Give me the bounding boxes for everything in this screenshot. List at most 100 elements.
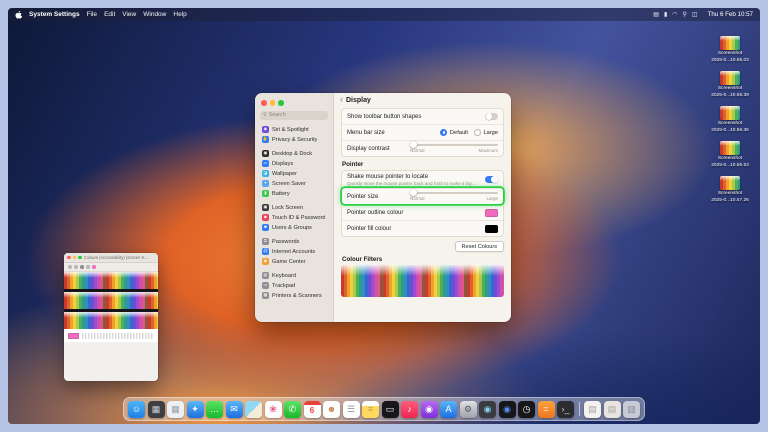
sidebar-item-battery[interactable]: ▮Battery — [260, 189, 328, 199]
sidebar-item-trackpad[interactable]: ▭Trackpad — [260, 281, 328, 291]
dock-item-system-settings[interactable]: ⚙ — [460, 401, 477, 418]
sidebar-item-users-groups[interactable]: ☻Users & Groups — [260, 223, 328, 233]
dock-item-clock[interactable]: ◷ — [518, 401, 535, 418]
selected-colour-swatch[interactable] — [68, 333, 79, 339]
dock-item-siri[interactable]: ◉ — [499, 401, 516, 418]
pointer-outline-row: Pointer outline colour — [342, 204, 503, 220]
desktop-icon-screenshot[interactable]: Screenshot2025-0...10.55.03 — [703, 36, 757, 63]
colour-grid[interactable] — [82, 333, 154, 339]
reset-colours-button[interactable]: Reset Colours — [455, 241, 504, 252]
contrast-max-label: Maximum — [478, 148, 498, 153]
dock-item-trash[interactable]: ▥ — [623, 401, 640, 418]
sidebar-item-keyboard[interactable]: ▤Keyboard — [260, 271, 328, 281]
dock-item-reminders[interactable]: ☰ — [343, 401, 360, 418]
menu-bar-size-label: Menu bar size — [347, 130, 385, 136]
messages-glyph: … — [210, 405, 219, 414]
dock-item-photo-booth[interactable]: ◉ — [479, 401, 496, 418]
dock-item-document-stack[interactable]: ▤ — [604, 401, 621, 418]
launchpad-glyph: ▦ — [171, 405, 180, 414]
back-chevron-icon[interactable]: ‹ — [340, 95, 343, 104]
menu-edit[interactable]: Edit — [104, 11, 115, 18]
dock-item-messages[interactable]: … — [206, 401, 223, 418]
desktop-icon-label: Screenshot — [718, 156, 742, 162]
sidebar-item-internet-accounts[interactable]: @Internet Accounts — [260, 247, 328, 257]
battery-icon[interactable]: ▮ — [664, 12, 667, 18]
dock-item-notes[interactable]: ≡ — [362, 401, 379, 418]
sidebar-item-lock-screen[interactable]: ▣Lock Screen — [260, 203, 328, 213]
menu-bar-clock[interactable]: Thu 6 Feb 10:57 — [708, 11, 753, 18]
sidebar-item-privacy-security[interactable]: ✋Privacy & Security — [260, 135, 328, 145]
toolbar-dot-1[interactable] — [74, 265, 78, 269]
dock-item-facetime[interactable]: ✆ — [284, 401, 301, 418]
trackpad-icon: ▭ — [262, 282, 269, 289]
system-settings-glyph: ⚙ — [464, 405, 472, 414]
sidebar-item-displays[interactable]: ▭Displays — [260, 159, 328, 169]
sidebar-item-printers-scanners[interactable]: ▦Printers & Scanners — [260, 291, 328, 301]
close-button[interactable] — [261, 100, 267, 106]
dock-item-mission-control[interactable]: ▦ — [148, 401, 165, 418]
minimize-button[interactable] — [270, 100, 276, 106]
menu-window[interactable]: Window — [143, 11, 166, 18]
menu-bar-size-large-radio[interactable]: Large — [474, 129, 498, 136]
menu-view[interactable]: View — [122, 11, 136, 18]
close-button[interactable] — [67, 256, 71, 260]
dock-item-launchpad[interactable]: ▦ — [167, 401, 184, 418]
dock-item-calendar[interactable]: 6 — [304, 401, 321, 418]
toolbar-shapes-toggle[interactable] — [485, 113, 498, 121]
apple-menu-icon[interactable] — [15, 11, 22, 19]
menu-help[interactable]: Help — [173, 11, 186, 18]
display-mirroring-icon[interactable]: ▤ — [653, 12, 659, 18]
spotlight-search-icon[interactable]: ⚲ — [683, 12, 687, 18]
dock-item-safari[interactable]: ✦ — [187, 401, 204, 418]
dock-item-podcasts[interactable]: ◉ — [421, 401, 438, 418]
dock-item-terminal[interactable]: ›_ — [557, 401, 574, 418]
dock-item-mail[interactable]: ✉ — [226, 401, 243, 418]
size-min-label: Normal — [410, 196, 425, 201]
dock-item-contacts[interactable]: ☻ — [323, 401, 340, 418]
display-contrast-slider[interactable]: Normal Maximum — [410, 144, 498, 153]
dock-item-textedit-document[interactable]: ▤ — [584, 401, 601, 418]
sidebar-item-game-center[interactable]: ◉Game Center — [260, 257, 328, 267]
desktop-icon-screenshot[interactable]: Screenshot2025-0...10.56.53 — [703, 141, 757, 168]
desktop-icon-screenshot[interactable]: Screenshot2025-0...10.56.36 — [703, 106, 757, 133]
pointer-size-slider[interactable]: Normal Large — [410, 192, 498, 201]
screenshot-thumbnail — [720, 106, 740, 120]
zoom-button[interactable] — [278, 100, 284, 106]
wifi-icon[interactable]: ◠ — [672, 12, 677, 18]
sidebar-item-passwords[interactable]: ⚿Passwords — [260, 237, 328, 247]
toolbar-dot-2[interactable] — [80, 265, 84, 269]
toolbar-dot-0[interactable] — [68, 265, 72, 269]
pointer-outline-swatch[interactable] — [485, 209, 498, 217]
menu-bar-app-name[interactable]: System Settings — [29, 11, 80, 18]
sidebar-item-touch-id-password[interactable]: ◉Touch ID & Password — [260, 213, 328, 223]
sidebar-item-wallpaper[interactable]: ◪Wallpaper — [260, 169, 328, 179]
toolbar-dot-4[interactable] — [92, 265, 96, 269]
desktop-icon-screenshot[interactable]: Screenshot2025-0...10.57.26 — [703, 176, 757, 203]
sidebar-item-siri-spotlight[interactable]: ◉Siri & Spotlight — [260, 125, 328, 135]
dock-item-tv[interactable]: ▭ — [382, 401, 399, 418]
dock-item-maps[interactable] — [245, 401, 262, 418]
menu-file[interactable]: File — [87, 11, 97, 18]
shake-pointer-toggle[interactable] — [485, 176, 498, 184]
minimize-button[interactable] — [73, 256, 77, 260]
search-icon: ⚲ — [263, 112, 267, 118]
dock-item-finder[interactable]: ☺ — [128, 401, 145, 418]
display-options-card: Show toolbar button shapes Menu bar size… — [341, 108, 504, 157]
settings-search-input[interactable]: ⚲ Search — [260, 111, 328, 120]
control-center-icon[interactable]: ◫ — [692, 12, 698, 18]
dock-item-calculator[interactable]: = — [538, 401, 555, 418]
preview-titlebar: Colours (Accessibility) (Screen K… — [64, 253, 158, 263]
pointer-fill-swatch[interactable] — [485, 225, 498, 233]
menu-bar-size-default-radio[interactable]: Default — [440, 129, 468, 136]
settings-sidebar: ⚲ Search ◉Siri & Spotlight✋Privacy & Sec… — [255, 93, 333, 322]
dock-item-app-store[interactable]: A — [440, 401, 457, 418]
zoom-button[interactable] — [78, 256, 82, 260]
toolbar-dot-3[interactable] — [86, 265, 90, 269]
dock-item-photos[interactable]: ❀ — [265, 401, 282, 418]
sidebar-item-desktop-dock[interactable]: ▣Desktop & Dock — [260, 149, 328, 159]
trash-glyph: ▥ — [627, 405, 636, 414]
sidebar-item-screen-saver[interactable]: ✦Screen Saver — [260, 179, 328, 189]
dock-separator — [579, 402, 580, 416]
dock-item-music[interactable]: ♪ — [401, 401, 418, 418]
desktop-icon-screenshot[interactable]: Screenshot2025-0...10.55.39 — [703, 71, 757, 98]
